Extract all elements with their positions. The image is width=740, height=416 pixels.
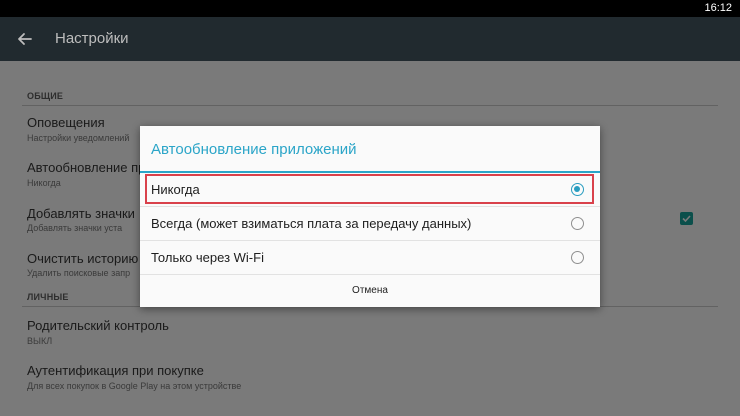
- option-wifi-only[interactable]: Только через Wi-Fi: [140, 241, 600, 274]
- pref-add-icons-subtitle: Добавлять значки уста: [27, 223, 123, 233]
- pref-auto-update-subtitle: Никогда: [27, 178, 61, 188]
- pref-notifications-title[interactable]: Оповещения: [27, 115, 105, 130]
- option-label: Только через Wi-Fi: [151, 250, 264, 265]
- pref-auth-subtitle: Для всех покупок в Google Play на этом у…: [27, 381, 242, 391]
- page-title: Настройки: [55, 30, 129, 47]
- dialog-title: Автообновление приложений: [151, 141, 357, 158]
- pref-notifications-subtitle: Настройки уведомлений: [27, 133, 130, 143]
- pref-parental-title[interactable]: Родительский контроль: [27, 318, 169, 333]
- cancel-button[interactable]: Отмена: [140, 274, 600, 307]
- pref-parental-subtitle: ВЫКЛ: [27, 336, 53, 346]
- app-bar: Настройки: [0, 17, 740, 61]
- selection-highlight: [145, 174, 594, 204]
- radio-button[interactable]: [571, 251, 584, 264]
- section-header-personal: ЛИЧНЫЕ: [27, 292, 69, 302]
- add-icons-checkbox[interactable]: [680, 212, 693, 225]
- section-divider: [22, 105, 718, 106]
- status-clock: 16:12: [704, 2, 732, 14]
- radio-button[interactable]: [571, 217, 584, 230]
- pref-clear-history-title[interactable]: Очистить историю: [27, 251, 138, 266]
- back-arrow-icon[interactable]: [13, 28, 37, 50]
- option-label: Всегда (может взиматься плата за передач…: [151, 216, 472, 231]
- auto-update-dialog: Автообновление приложений Никогда Всегда…: [140, 126, 600, 307]
- status-bar: 16:12: [0, 0, 740, 17]
- section-header-general: ОБЩИЕ: [27, 91, 64, 101]
- pref-clear-history-subtitle: Удалить поисковые запр: [27, 268, 131, 278]
- pref-add-icons-title[interactable]: Добавлять значки: [27, 206, 135, 221]
- check-icon: [682, 215, 691, 223]
- option-always[interactable]: Всегда (может взиматься плата за передач…: [140, 207, 600, 240]
- pref-auto-update-title[interactable]: Автообновление пр: [27, 160, 145, 175]
- pref-auth-title[interactable]: Аутентификация при покупке: [27, 363, 204, 378]
